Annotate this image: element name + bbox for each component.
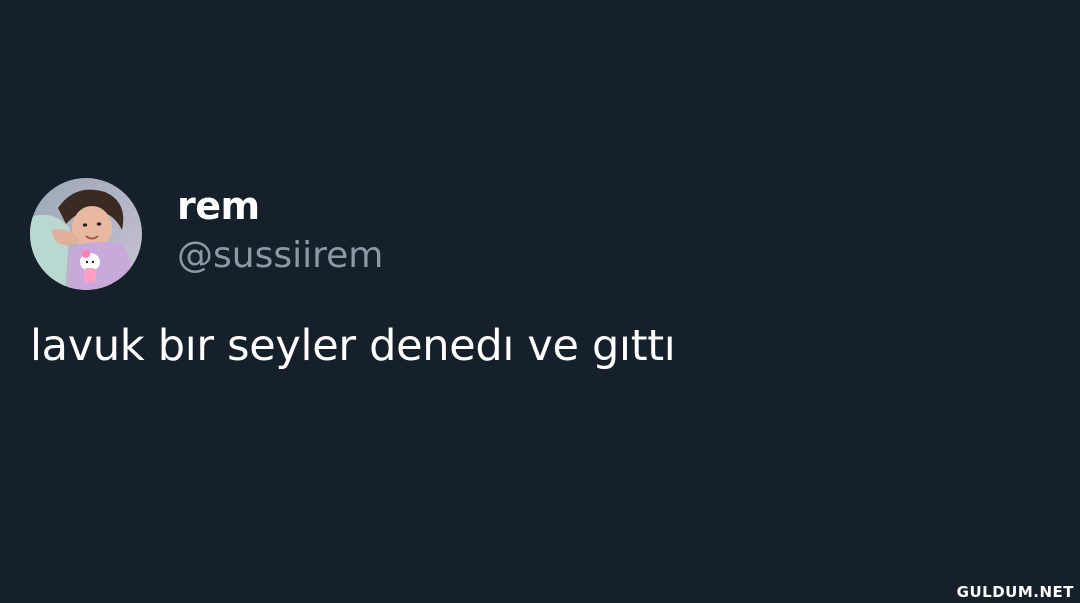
user-handle[interactable]: @sussiirem	[177, 233, 383, 279]
watermark-logo: GULDUM.NET	[956, 583, 1074, 601]
avatar-image	[30, 178, 142, 290]
tweet-card: rem @sussiirem	[30, 178, 1050, 290]
display-name[interactable]: rem	[177, 183, 383, 229]
avatar[interactable]	[30, 178, 142, 290]
tweet-text: lavuk bır seyler denedı ve gıttı	[30, 321, 676, 371]
tweet-header: rem @sussiirem	[30, 178, 1050, 290]
user-names: rem @sussiirem	[177, 183, 383, 279]
